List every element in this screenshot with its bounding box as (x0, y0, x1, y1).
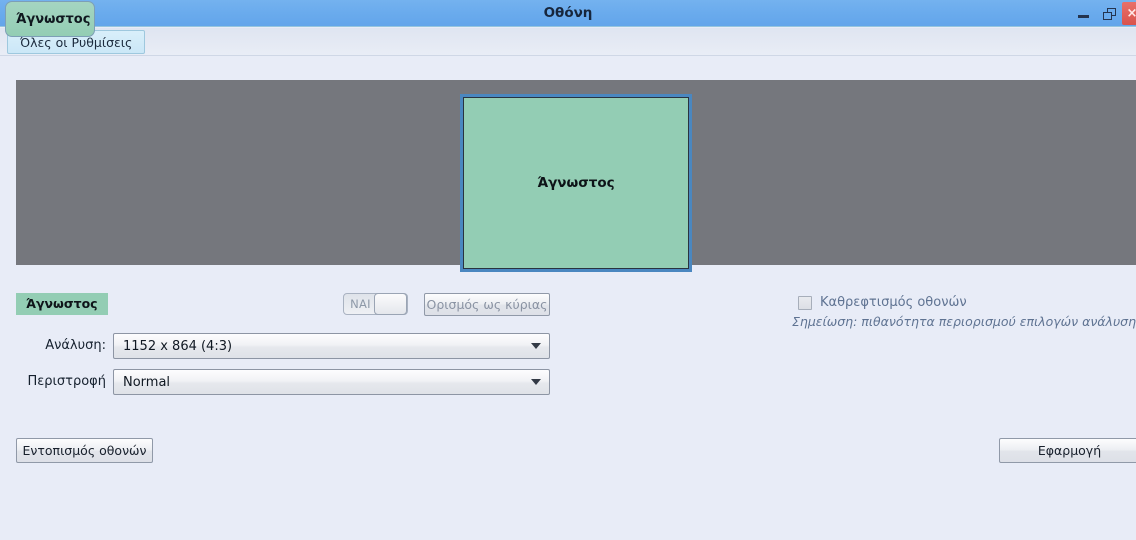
restore-icon (1102, 7, 1116, 20)
toggle-knob[interactable] (374, 293, 407, 315)
rotation-select[interactable]: Normal (113, 369, 550, 395)
window-controls: × (1070, 0, 1136, 27)
set-as-primary-button[interactable]: Ορισμός ως κύριας (424, 293, 550, 316)
detect-displays-button[interactable]: Εντοπισμός οθονών (16, 438, 153, 463)
monitor-preview-item[interactable]: Άγνωστος (460, 94, 692, 272)
close-button[interactable]: × (1122, 2, 1136, 25)
minimize-button[interactable] (1070, 0, 1096, 27)
rotation-label: Περιστροφή (27, 374, 106, 389)
monitor-name-tooltip[interactable]: Άγνωστος (5, 1, 95, 37)
window-title: Οθόνη (543, 5, 593, 21)
mirror-displays-row[interactable]: Καθρεφτισμός οθονών (798, 295, 967, 310)
rotation-value: Normal (123, 374, 171, 390)
resolution-chevron-down-icon[interactable] (523, 343, 549, 349)
resolution-select[interactable]: 1152 x 864 (4:3) (113, 333, 550, 359)
monitor-enabled-toggle[interactable]: ΝΑΙ (343, 293, 408, 315)
minimize-icon (1077, 15, 1089, 18)
monitor-preview-canvas: Άγνωστος (16, 80, 1136, 272)
mirror-displays-checkbox[interactable] (798, 295, 812, 310)
resolution-value: 1152 x 864 (4:3) (123, 338, 233, 354)
breadcrumb-bar: Όλες οι Ρυθμίσεις (0, 28, 1136, 56)
toggle-label: ΝΑΙ (350, 297, 371, 311)
restore-button[interactable] (1096, 0, 1122, 27)
mirror-displays-label: Καθρεφτισμός οθονών (820, 295, 967, 310)
window-titlebar: Οθόνη × (0, 0, 1136, 27)
apply-button[interactable]: Εφαρμογή (999, 438, 1136, 463)
rotation-chevron-down-icon[interactable] (523, 379, 549, 385)
resolution-note: Σημείωση: πιθανότητα περιορισμού επιλογώ… (792, 314, 1136, 329)
monitor-preview-label: Άγνωστος (537, 175, 615, 191)
selected-monitor-badge: Άγνωστος (16, 293, 108, 315)
resolution-label: Ανάλυση: (45, 338, 106, 353)
